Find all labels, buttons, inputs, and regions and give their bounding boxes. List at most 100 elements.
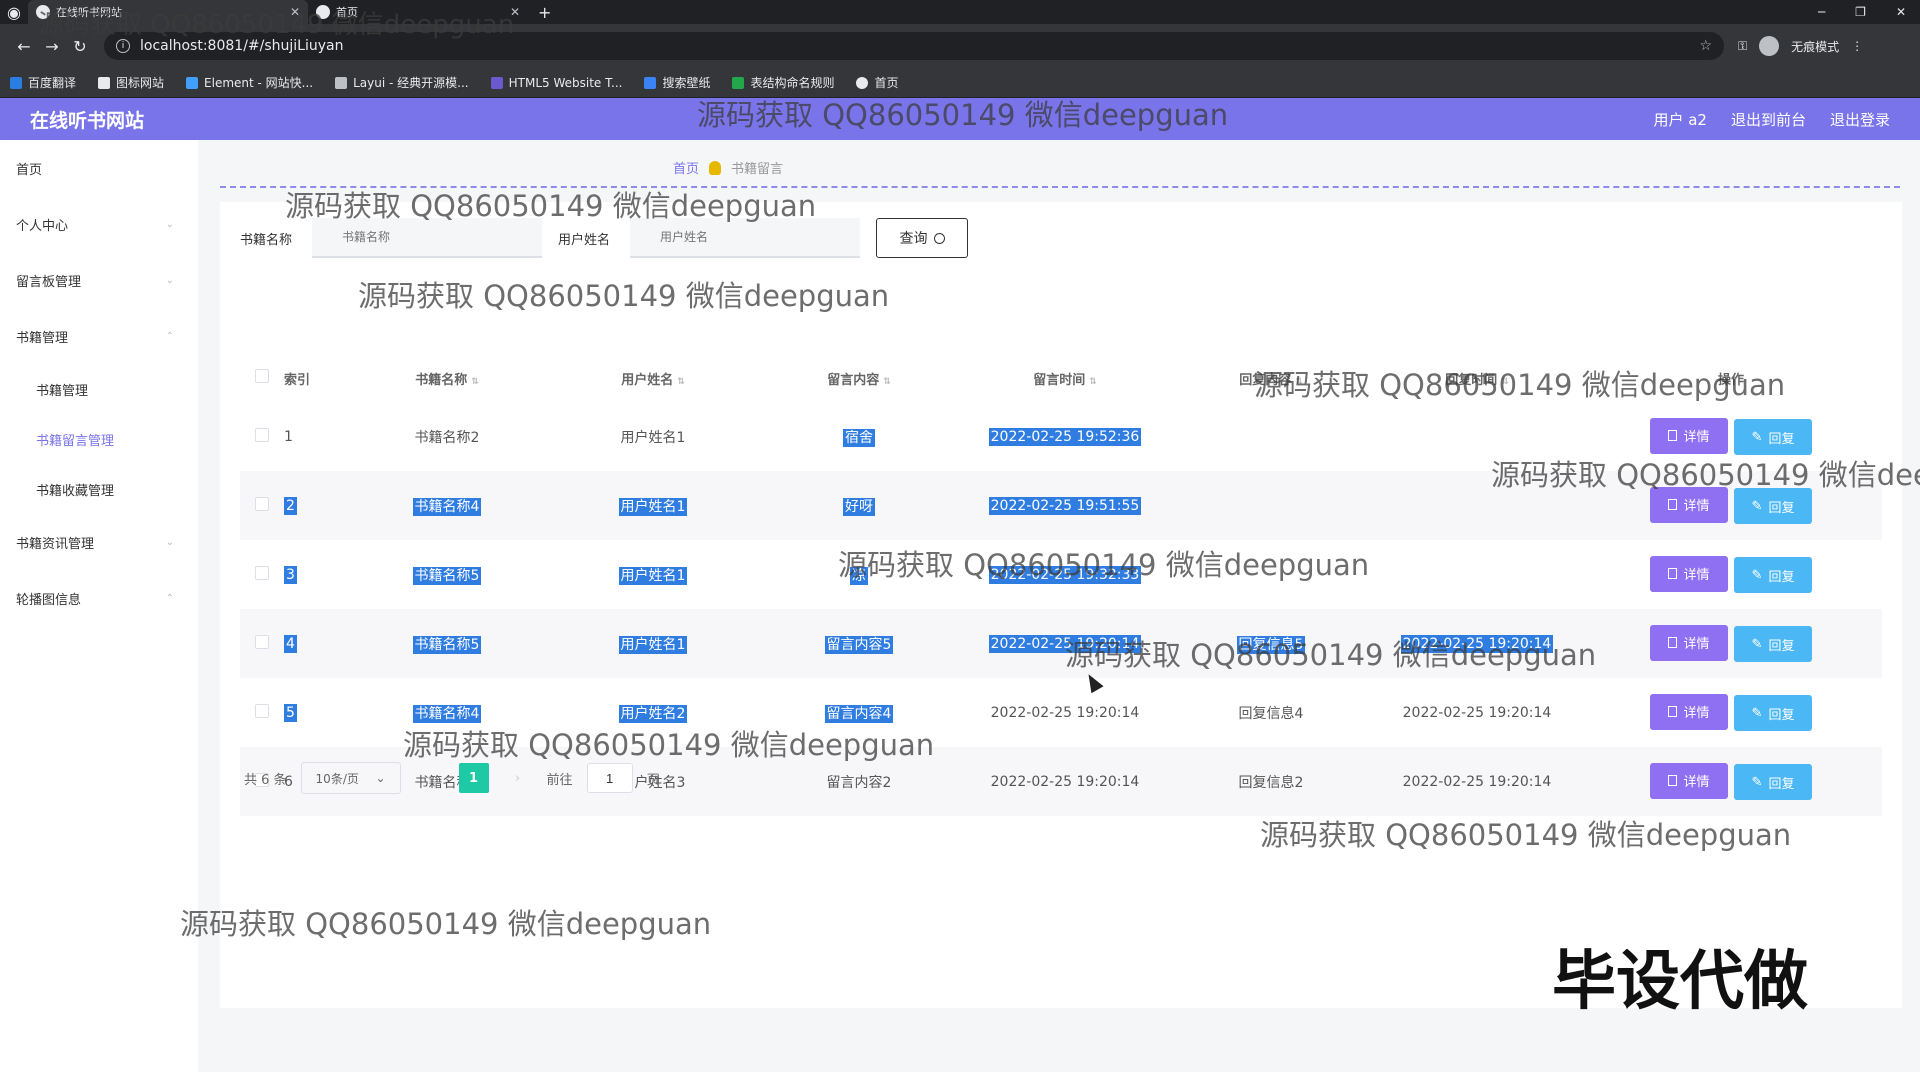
cell-book: 书籍名称2 bbox=[344, 402, 550, 471]
sort-icon[interactable]: ⇅ bbox=[471, 377, 479, 387]
bookmark-item[interactable]: 表结构命名规则 bbox=[732, 74, 834, 91]
col-reply[interactable]: 回复内容 ⇅ bbox=[1168, 354, 1374, 402]
back-icon[interactable]: ← bbox=[10, 37, 38, 56]
book-name-field-wrap bbox=[312, 218, 542, 258]
browser-tabbar: ◉ 在线听书网站 ✕ 首页 ✕ + ─ ❐ ✕ bbox=[0, 0, 1920, 24]
next-page-icon[interactable]: › bbox=[503, 763, 533, 793]
bookmark-item[interactable]: Element - 网站快... bbox=[186, 74, 313, 91]
bookmark-star-icon[interactable]: ☆ bbox=[1699, 38, 1712, 54]
user-name-label: 用户姓名 bbox=[558, 232, 611, 248]
row-select-cell bbox=[240, 402, 284, 471]
sidebar-item-message-board[interactable]: 留言板管理 ⌄ bbox=[0, 252, 198, 308]
detail-button[interactable]: 详情 bbox=[1650, 555, 1728, 592]
sidebar-item-carousel[interactable]: 轮播图信息 ⌃ bbox=[0, 570, 198, 626]
detail-button[interactable]: 详情 bbox=[1650, 417, 1728, 454]
reply-button[interactable]: ✎ 回复 bbox=[1734, 419, 1812, 456]
goto-suffix: 页 bbox=[646, 772, 660, 788]
divider bbox=[220, 186, 1900, 188]
row-checkbox[interactable] bbox=[255, 427, 269, 442]
cell-time: 2022-02-25 19:20:14 bbox=[988, 634, 1142, 653]
page-size-select[interactable]: 10条/页 ⌄ bbox=[300, 762, 401, 794]
row-checkbox[interactable] bbox=[255, 703, 269, 718]
cell-content-wrap: 好呀 bbox=[756, 471, 962, 540]
sidebar-item-books[interactable]: 书籍管理 ⌃ bbox=[0, 308, 198, 364]
restore-icon[interactable]: ❐ bbox=[1855, 5, 1866, 19]
detail-button[interactable]: 详情 bbox=[1650, 762, 1728, 799]
row-checkbox[interactable] bbox=[255, 496, 269, 511]
sort-icon[interactable]: ⇅ bbox=[677, 377, 685, 387]
browser-tab[interactable]: 首页 ✕ bbox=[308, 0, 528, 24]
detail-button[interactable]: 详情 bbox=[1650, 624, 1728, 661]
user-name-input[interactable] bbox=[630, 218, 860, 258]
book-name-input[interactable] bbox=[312, 218, 542, 258]
sort-icon[interactable]: ⇅ bbox=[883, 377, 891, 387]
col-time[interactable]: 留言时间 ⇅ bbox=[962, 354, 1168, 402]
back-to-front-link[interactable]: 退出到前台 bbox=[1731, 109, 1806, 130]
sidebar-item-home[interactable]: 首页 bbox=[0, 140, 198, 196]
new-tab-icon[interactable]: + bbox=[538, 3, 551, 22]
forward-icon[interactable]: → bbox=[38, 37, 66, 56]
col-reply-time[interactable]: 回复时间 ⇅ bbox=[1374, 354, 1580, 402]
tab-close-icon[interactable]: ✕ bbox=[290, 5, 300, 19]
tab-close-icon[interactable]: ✕ bbox=[510, 5, 520, 19]
query-button[interactable]: 查询 bbox=[876, 218, 968, 258]
cell-user: 用户姓名2 bbox=[618, 704, 688, 723]
bookmark-item[interactable]: 首页 bbox=[856, 74, 899, 91]
sidebar-item-profile[interactable]: 个人中心 ⌄ bbox=[0, 196, 198, 252]
logout-link[interactable]: 退出登录 bbox=[1830, 109, 1890, 130]
goto-page-input[interactable] bbox=[586, 763, 633, 793]
reply-button[interactable]: ✎ 回复 bbox=[1734, 626, 1812, 663]
minimize-icon[interactable]: ─ bbox=[1818, 5, 1825, 19]
cell-reply-time: 2022-02-25 19:20:14 bbox=[1374, 678, 1580, 747]
reload-icon[interactable]: ↻ bbox=[66, 37, 94, 56]
sidebar-subitem-book-messages[interactable]: 书籍留言管理 bbox=[0, 414, 198, 464]
bookmark-item[interactable]: HTML5 Website T... bbox=[490, 76, 622, 90]
cell-book-wrap: 书籍名称4 bbox=[344, 678, 550, 747]
cell-user-wrap: 用户姓名1 bbox=[550, 609, 756, 678]
site-info-icon[interactable]: i bbox=[116, 39, 130, 53]
reply-button[interactable]: ✎ 回复 bbox=[1734, 488, 1812, 525]
browser-tab-active[interactable]: 在线听书网站 ✕ bbox=[28, 0, 308, 24]
bookmark-item[interactable]: Layui - 经典开源模... bbox=[335, 74, 469, 91]
cell-time-wrap: 2022-02-25 19:20:14 bbox=[962, 609, 1168, 678]
reply-button[interactable]: ✎ 回复 bbox=[1734, 764, 1812, 801]
cell-user: 用户姓名1 bbox=[618, 497, 688, 516]
sidebar-item-book-news[interactable]: 书籍资讯管理 ⌄ bbox=[0, 514, 198, 570]
bookmark-item[interactable]: 百度翻译 bbox=[10, 74, 76, 91]
reply-button[interactable]: ✎ 回复 bbox=[1734, 695, 1812, 732]
detail-button[interactable]: 详情 bbox=[1650, 486, 1728, 523]
col-content[interactable]: 留言内容 ⇅ bbox=[756, 354, 962, 402]
incognito-icon[interactable] bbox=[1759, 36, 1780, 56]
col-label: 回复内容 bbox=[1239, 372, 1292, 388]
row-checkbox[interactable] bbox=[255, 565, 269, 580]
col-book[interactable]: 书籍名称 ⇅ bbox=[344, 354, 550, 402]
breadcrumb-home-link[interactable]: 首页 bbox=[673, 158, 699, 177]
profile-area: ⚿ 无痕模式 ⋮ bbox=[1738, 36, 1863, 56]
key-icon[interactable]: ⚿ bbox=[1738, 39, 1747, 54]
browser-menu-icon[interactable]: ◉ bbox=[0, 3, 28, 22]
profile-label[interactable]: 无痕模式 bbox=[1791, 38, 1839, 55]
close-window-icon[interactable]: ✕ bbox=[1896, 5, 1906, 19]
cell-actions: 详情 ✎ 回复 bbox=[1580, 747, 1882, 816]
bookmark-item[interactable]: 搜索壁纸 bbox=[644, 74, 710, 91]
flag-icon bbox=[98, 76, 111, 89]
reply-button[interactable]: ✎ 回复 bbox=[1734, 557, 1812, 594]
sort-icon[interactable]: ⇅ bbox=[1501, 377, 1509, 387]
row-checkbox[interactable] bbox=[255, 634, 269, 649]
cell-actions: 详情 ✎ 回复 bbox=[1580, 471, 1882, 540]
sort-icon[interactable]: ⇅ bbox=[1089, 377, 1097, 387]
cell-index: 2 bbox=[284, 496, 297, 515]
sidebar-subitem-label: 书籍留言管理 bbox=[36, 433, 115, 449]
sort-icon[interactable]: ⇅ bbox=[1295, 377, 1303, 387]
browser-more-icon[interactable]: ⋮ bbox=[1851, 39, 1863, 53]
sidebar-subitem-books[interactable]: 书籍管理 bbox=[0, 364, 198, 414]
user-name-field-wrap bbox=[630, 218, 860, 258]
select-all-checkbox[interactable] bbox=[255, 369, 269, 383]
sidebar-subitem-book-favorites[interactable]: 书籍收藏管理 bbox=[0, 464, 198, 514]
page-number-current[interactable]: 1 bbox=[458, 763, 489, 793]
col-user[interactable]: 用户姓名 ⇅ bbox=[550, 354, 756, 402]
prev-page-icon[interactable]: ‹ bbox=[415, 763, 445, 793]
url-field[interactable]: i localhost:8081/#/shujiLiuyan ☆ bbox=[104, 32, 1724, 60]
bookmark-item[interactable]: 图标网站 bbox=[98, 74, 164, 91]
detail-button[interactable]: 详情 bbox=[1650, 693, 1728, 730]
